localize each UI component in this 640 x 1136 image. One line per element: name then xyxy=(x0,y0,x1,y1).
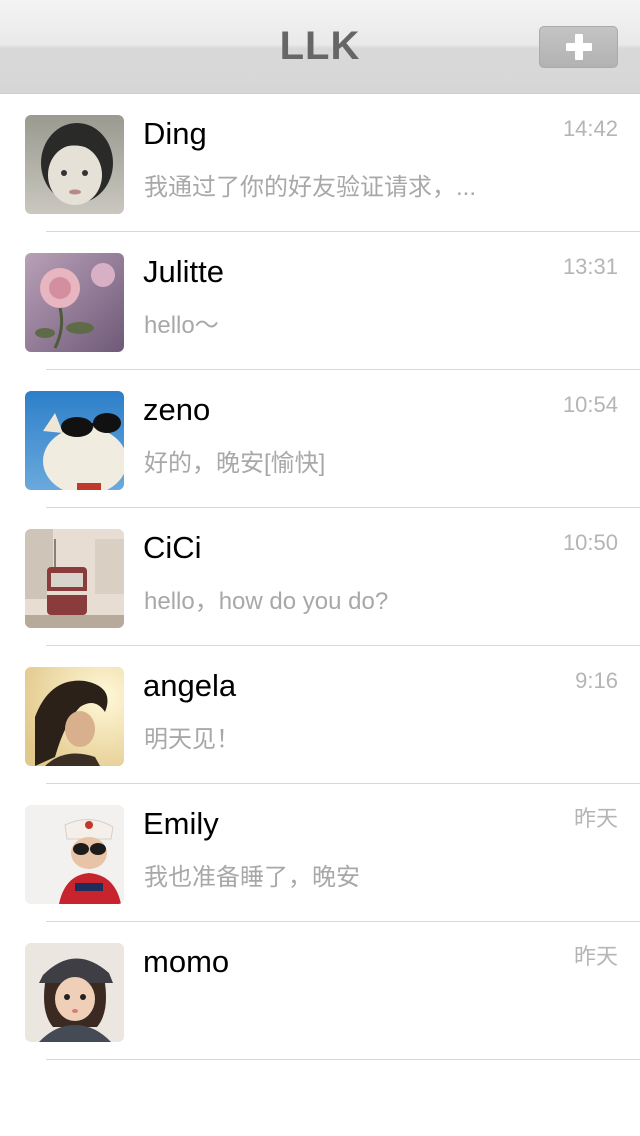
message-preview: 好的，晚安[愉快] xyxy=(144,450,326,477)
conversation-row-emily[interactable]: Emily 昨天 我也准备睡了，晚安 xyxy=(0,784,640,922)
navigation-bar: LLK xyxy=(0,0,640,94)
contact-name: angela xyxy=(143,668,237,703)
message-preview: 我通过了你的好友验证请求，... xyxy=(144,174,477,201)
plus-icon xyxy=(565,34,592,60)
contact-name: Ding xyxy=(143,116,207,151)
message-preview: hello，how do you do? xyxy=(144,588,389,615)
avatar[interactable] xyxy=(25,667,124,766)
contact-name: CiCi xyxy=(143,530,202,565)
message-time: 14:42 xyxy=(562,116,618,141)
message-time: 10:54 xyxy=(562,392,618,417)
message-time: 昨天 xyxy=(573,806,618,831)
add-button[interactable] xyxy=(539,26,618,68)
avatar[interactable] xyxy=(25,943,124,1042)
message-time: 10:50 xyxy=(562,530,618,555)
message-preview: 我也准备睡了，晚安 xyxy=(144,864,360,891)
message-time: 昨天 xyxy=(573,944,618,969)
conversation-row-ding[interactable]: Ding 14:42 我通过了你的好友验证请求，... xyxy=(0,94,640,232)
contact-name: Julitte xyxy=(143,254,224,289)
contact-name: momo xyxy=(143,944,230,979)
contact-name: zeno xyxy=(143,392,211,427)
chat-list-screen: LLK Ding 14:42 我通过了你的好友验证请求，... Julitte … xyxy=(0,0,640,1136)
avatar[interactable] xyxy=(25,115,124,214)
conversation-list: Ding 14:42 我通过了你的好友验证请求，... Julitte 13:3… xyxy=(0,94,640,1060)
message-time: 13:31 xyxy=(562,254,618,279)
conversation-row-cici[interactable]: CiCi 10:50 hello，how do you do? xyxy=(0,508,640,646)
avatar[interactable] xyxy=(25,805,124,904)
conversation-row-angela[interactable]: angela 9:16 明天见！ xyxy=(0,646,640,784)
message-time: 9:16 xyxy=(575,668,618,693)
message-preview: hello～ xyxy=(144,312,219,339)
conversation-row-zeno[interactable]: zeno 10:54 好的，晚安[愉快] xyxy=(0,370,640,508)
message-preview: 明天见！ xyxy=(144,726,240,753)
conversation-row-julitte[interactable]: Julitte 13:31 hello～ xyxy=(0,232,640,370)
avatar[interactable] xyxy=(25,529,124,628)
avatar[interactable] xyxy=(25,253,124,352)
avatar[interactable] xyxy=(25,391,124,490)
contact-name: Emily xyxy=(143,806,219,841)
conversation-row-momo[interactable]: momo 昨天 xyxy=(0,922,640,1060)
